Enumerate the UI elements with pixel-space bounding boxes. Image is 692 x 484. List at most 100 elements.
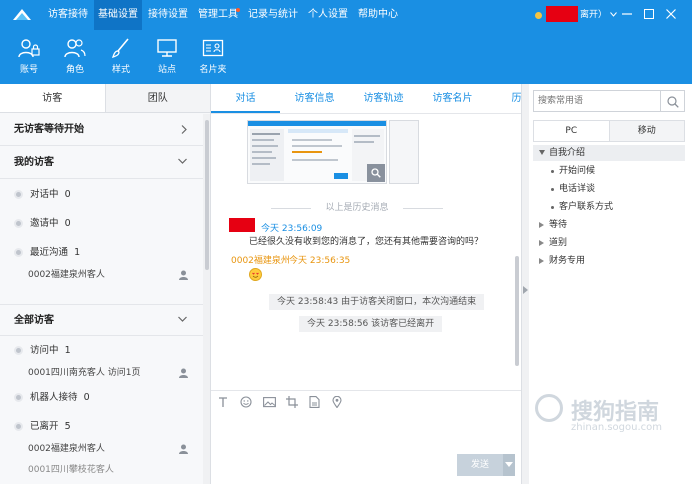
caret-right-icon	[539, 222, 544, 228]
image-icon	[263, 397, 276, 408]
zoom-image-button[interactable]	[367, 164, 385, 182]
quick-reply-item[interactable]: 电话详谈	[551, 181, 595, 197]
tab-visitor-trail[interactable]: 访客轨迹	[349, 84, 418, 113]
main-menu: 访客接待 基础设置 接待设置 管理工具 记录与统计 个人设置 帮助中心	[44, 0, 404, 30]
toolbar-site-button[interactable]: 站点	[144, 30, 190, 84]
menu-visitor-reception[interactable]: 访客接待	[44, 0, 92, 30]
section-my-visitors[interactable]: 我的访客	[0, 147, 203, 179]
menu-basic-settings[interactable]: 基础设置	[94, 0, 142, 30]
visitor-panel: 访客 团队 无访客等待开始 我的访客 对话中 0 邀请中 0 最近沟通 1 00…	[0, 84, 211, 484]
caret-down-icon	[505, 462, 513, 467]
toolbar-style-button[interactable]: 样式	[98, 30, 144, 84]
visitor-item[interactable]: 0002福建泉州客人	[28, 440, 188, 458]
minimize-icon	[622, 13, 632, 15]
quick-reply-item[interactable]: 开始问候	[551, 163, 595, 179]
close-icon	[666, 9, 676, 19]
sogou-watermark: 搜狗指南 zhinan.sogou.com	[535, 392, 685, 433]
tab-team[interactable]: 团队	[104, 84, 210, 112]
tab-visitor-info[interactable]: 访客信息	[280, 84, 349, 113]
toolbar-account-button[interactable]: 账号	[6, 30, 52, 84]
send-options-button[interactable]	[503, 454, 515, 476]
screenshot-preview-image	[248, 121, 386, 181]
brush-icon	[111, 38, 129, 58]
chat-scrollbar[interactable]	[513, 116, 521, 376]
tab-visitor-card[interactable]: 访客名片	[418, 84, 487, 113]
image-button[interactable]	[263, 396, 286, 410]
emoji-button[interactable]	[240, 396, 263, 410]
toolbar-card-holder-button[interactable]: 名片夹	[190, 30, 236, 84]
caret-right-icon	[539, 258, 544, 264]
visitor-item[interactable]: 0001四川攀枝花客人	[28, 461, 188, 479]
visitor-panel-scrollbar[interactable]	[203, 114, 210, 484]
group-dot-icon	[14, 346, 23, 355]
user-status-dot	[535, 12, 542, 19]
panel-collapse-strip[interactable]	[521, 84, 529, 484]
font-button[interactable]	[217, 396, 240, 410]
menu-management-tools[interactable]: 管理工具	[194, 0, 242, 30]
chevron-down-icon	[178, 158, 187, 164]
account-lock-icon	[18, 39, 40, 58]
menu-personal-settings[interactable]: 个人设置	[304, 0, 352, 30]
heart-eyes-glyph	[252, 272, 259, 278]
caret-right-icon	[539, 240, 544, 246]
group-dot-icon	[14, 190, 23, 199]
category-finance[interactable]: 财务专用	[533, 253, 685, 269]
tab-pc[interactable]: PC	[534, 121, 609, 141]
toolbar-roles-button[interactable]: 角色	[52, 30, 98, 84]
section-waiting[interactable]: 无访客等待开始	[0, 114, 203, 146]
user-name-redacted[interactable]	[546, 6, 578, 22]
category-goodbye[interactable]: 道别	[533, 235, 685, 251]
visitor-message-time: 今天 23:56:35	[289, 256, 351, 266]
system-message: 今天 23:58:43 由于访客关闭窗口，本次沟通结束	[269, 294, 485, 310]
scrollbar-thumb[interactable]	[515, 256, 519, 366]
person-icon	[179, 444, 188, 454]
category-waiting[interactable]: 等待	[533, 217, 685, 233]
chevron-right-icon	[181, 125, 187, 134]
scrollbar-thumb[interactable]	[205, 120, 209, 270]
group-in-conversation[interactable]: 对话中 0	[14, 186, 71, 204]
menu-records-stats[interactable]: 记录与统计	[244, 0, 302, 30]
group-left[interactable]: 已离开 5	[14, 418, 71, 436]
group-recent[interactable]: 最近沟通 1	[14, 244, 80, 262]
group-inviting[interactable]: 邀请中 0	[14, 215, 71, 233]
quick-reply-search-button[interactable]	[661, 90, 685, 112]
file-button[interactable]	[309, 396, 332, 410]
person-icon	[179, 368, 188, 378]
minimize-button[interactable]	[616, 6, 638, 22]
monitor-icon	[157, 39, 177, 57]
watermark-logo-icon	[535, 394, 563, 422]
tab-history[interactable]: 历史	[487, 84, 522, 113]
agent-name-redacted	[229, 218, 255, 232]
group-visiting[interactable]: 访问中 1	[14, 342, 71, 360]
screenshot-thumbnail-edge	[389, 120, 419, 184]
tab-visitors[interactable]: 访客	[0, 84, 105, 112]
caret-right-icon	[523, 286, 528, 294]
menu-help-center[interactable]: 帮助中心	[354, 0, 402, 30]
send-button[interactable]: 发送	[457, 454, 503, 476]
chat-panel: 对话 访客信息 访客轨迹 访客名片 历史	[211, 84, 521, 484]
close-button[interactable]	[660, 6, 682, 22]
person-icon	[179, 270, 188, 280]
tab-conversation[interactable]: 对话	[211, 84, 280, 113]
user-status[interactable]: 离开）	[580, 0, 617, 30]
group-dot-icon	[14, 393, 23, 402]
group-dot-icon	[14, 219, 23, 228]
top-menu-bar: 访客接待 基础设置 接待设置 管理工具 记录与统计 个人设置 帮助中心 离开）	[0, 0, 692, 30]
magnifier-icon	[371, 168, 381, 178]
menu-reception-settings[interactable]: 接待设置	[144, 0, 192, 30]
group-robot[interactable]: 机器人接待 0	[14, 389, 90, 407]
maximize-button[interactable]	[638, 6, 660, 22]
tab-mobile[interactable]: 移动	[608, 121, 684, 141]
input-toolbar	[217, 395, 355, 410]
quick-reply-search-input[interactable]	[533, 90, 661, 112]
screenshot-button[interactable]	[286, 396, 309, 410]
location-button[interactable]	[332, 395, 355, 410]
category-self-intro[interactable]: 自我介绍	[533, 145, 685, 161]
visitor-item[interactable]: 0001四川南充客人 访问1页	[28, 364, 188, 382]
screenshot-thumbnail[interactable]	[247, 120, 387, 184]
section-all-visitors[interactable]: 全部访客	[0, 304, 203, 336]
chevron-down-icon	[178, 316, 187, 322]
font-icon	[219, 397, 227, 407]
visitor-item[interactable]: 0002福建泉州客人	[28, 266, 188, 284]
quick-reply-item[interactable]: 客户联系方式	[551, 199, 613, 215]
